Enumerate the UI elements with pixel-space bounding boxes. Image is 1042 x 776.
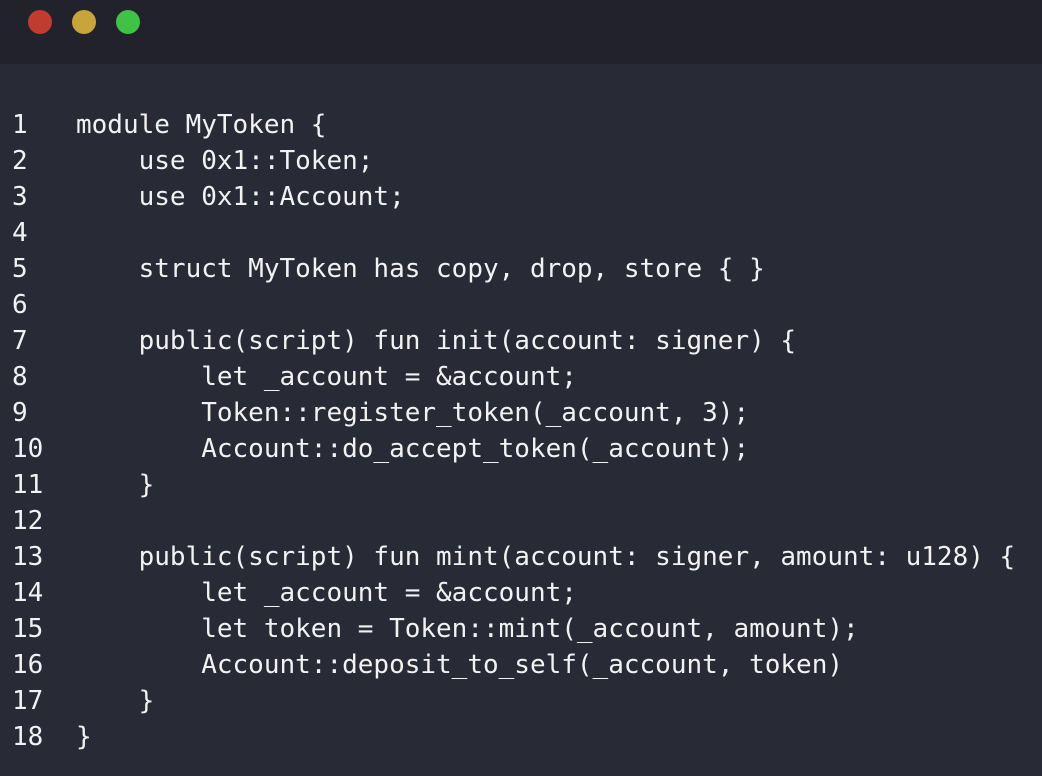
code-line: 12 xyxy=(0,503,1042,539)
code-text: Account::deposit_to_self(_account, token… xyxy=(76,650,844,680)
line-number: 16 xyxy=(12,650,44,680)
code-editor[interactable]: 1 module MyToken {2 use 0x1::Token; 3 use … xyxy=(0,107,1042,755)
code-text: Account::do_accept_token(_account); xyxy=(76,434,750,464)
code-line: 17 } xyxy=(0,683,1042,719)
code-line: 10 Account::do_accept_token(_account); xyxy=(0,431,1042,467)
line-number: 13 xyxy=(12,542,44,572)
maximize-window-button[interactable] xyxy=(116,10,140,34)
line-number: 15 xyxy=(12,614,44,644)
line-number: 3 xyxy=(12,182,28,212)
code-line: 13 public(script) fun mint(account: sign… xyxy=(0,539,1042,575)
code-text: } xyxy=(76,470,155,500)
code-text: let _account = &account; xyxy=(76,362,577,392)
code-text: struct MyToken has copy, drop, store { } xyxy=(76,254,765,284)
code-line: 11 } xyxy=(0,467,1042,503)
code-line: 15 let token = Token::mint(_account, amo… xyxy=(0,611,1042,647)
line-number: 4 xyxy=(12,218,28,248)
code-line: 5 struct MyToken has copy, drop, store {… xyxy=(0,251,1042,287)
code-line: 6 xyxy=(0,287,1042,323)
line-number: 6 xyxy=(12,290,28,320)
line-number: 2 xyxy=(12,146,28,176)
code-line: 4 xyxy=(0,215,1042,251)
line-number: 9 xyxy=(12,398,28,428)
code-text: public(script) fun mint(account: signer,… xyxy=(76,542,1016,572)
line-number: 10 xyxy=(12,434,44,464)
code-line: 3 use 0x1::Account; xyxy=(0,179,1042,215)
close-window-button[interactable] xyxy=(28,10,52,34)
code-text: use 0x1::Token; xyxy=(76,146,374,176)
code-text: let _account = &account; xyxy=(76,578,577,608)
code-line: 16 Account::deposit_to_self(_account, to… xyxy=(0,647,1042,683)
line-number: 8 xyxy=(12,362,28,392)
code-line: 8 let _account = &account; xyxy=(0,359,1042,395)
code-line: 18} xyxy=(0,719,1042,755)
code-line: 2 use 0x1::Token; xyxy=(0,143,1042,179)
line-number: 17 xyxy=(12,686,44,716)
code-text: public(script) fun init(account: signer)… xyxy=(76,326,797,356)
code-line: 7 public(script) fun init(account: signe… xyxy=(0,323,1042,359)
line-number: 14 xyxy=(12,578,44,608)
line-number: 7 xyxy=(12,326,28,356)
code-text: use 0x1::Account; xyxy=(76,182,405,212)
code-text: } xyxy=(76,686,155,716)
code-text: let token = Token::mint(_account, amount… xyxy=(76,614,859,644)
code-line: 1 module MyToken { xyxy=(0,107,1042,143)
line-number: 11 xyxy=(12,470,44,500)
code-window: 1 module MyToken {2 use 0x1::Token; 3 use … xyxy=(0,0,1042,776)
code-text: } xyxy=(76,722,92,752)
code-text: Token::register_token(_account, 3); xyxy=(76,398,750,428)
minimize-window-button[interactable] xyxy=(72,10,96,34)
line-number: 18 xyxy=(12,722,44,752)
code-text: module MyToken { xyxy=(76,110,327,140)
line-number: 5 xyxy=(12,254,28,284)
title-bar xyxy=(0,0,1042,64)
line-number: 1 xyxy=(12,110,28,140)
code-line: 14 let _account = &account; xyxy=(0,575,1042,611)
code-line: 9 Token::register_token(_account, 3); xyxy=(0,395,1042,431)
line-number: 12 xyxy=(12,506,44,536)
